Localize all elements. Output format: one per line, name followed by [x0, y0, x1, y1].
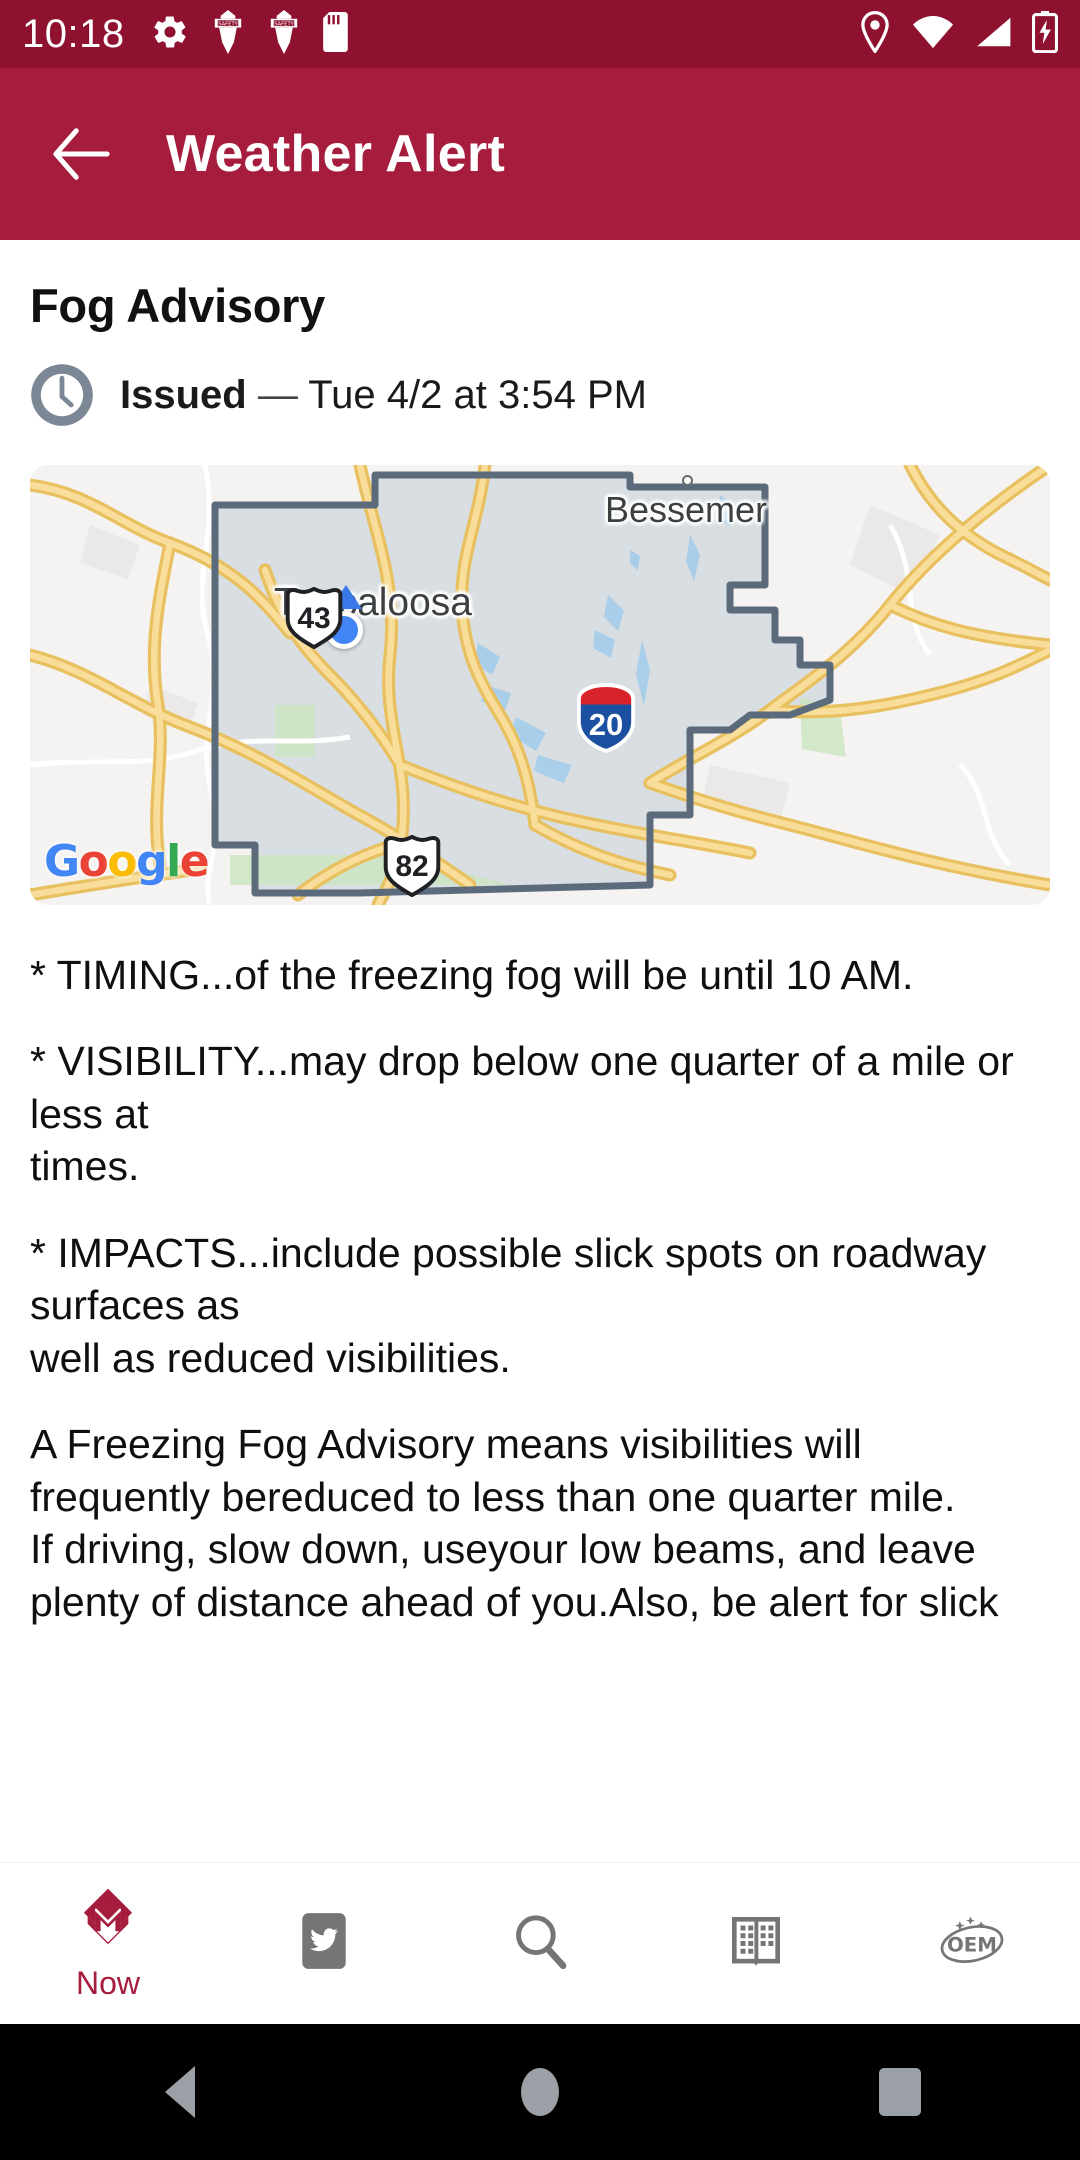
issued-label: Issued — [120, 372, 247, 417]
location-pin-icon — [858, 10, 892, 58]
back-arrow-icon — [53, 128, 110, 180]
svg-text:OEM: OEM — [947, 1933, 997, 1956]
alert-headline: Fog Advisory — [30, 279, 325, 332]
back-triangle-icon — [165, 2066, 195, 2118]
map-city-dot — [682, 475, 693, 486]
svg-text:SAFETY: SAFETY — [274, 21, 295, 27]
alert-paragraph-impacts: * IMPACTS...include possible slick spots… — [30, 1229, 987, 1381]
nav-label-now: Now — [75, 1965, 140, 2001]
sd-card-icon — [322, 11, 351, 57]
alert-paragraph-summary: A Freezing Fog Advisory means visibiliti… — [30, 1421, 999, 1625]
android-back-button[interactable] — [90, 2024, 270, 2160]
bottom-navigation-bar: Now OEM — [0, 1862, 1080, 2024]
alert-content: Fog Advisory Issued — Tue 4/2 at 3:54 PM — [0, 240, 1080, 1862]
android-navigation-bar — [0, 2024, 1080, 2160]
google-letter-l: l — [166, 836, 181, 887]
home-circle-icon — [521, 2068, 559, 2116]
google-letter-g1: G — [44, 836, 80, 887]
nav-item-now[interactable]: Now — [0, 1863, 216, 2024]
issued-row: Issued — Tue 4/2 at 3:54 PM — [26, 359, 1080, 431]
user-heading-arrow-icon — [330, 585, 362, 609]
status-bar: 10:18 SAFETY SAFETY — [0, 0, 1080, 68]
wifi-icon — [912, 15, 954, 54]
gear-icon — [151, 13, 189, 56]
app-bar: Weather Alert — [0, 68, 1080, 240]
safety-badge-icon: SAFETY — [211, 9, 245, 59]
google-attribution-logo: Google — [44, 836, 210, 887]
android-home-button[interactable] — [450, 2024, 630, 2160]
oem-icon: OEM — [937, 1904, 1007, 1978]
issued-value: Tue 4/2 at 3:54 PM — [308, 372, 647, 417]
issued-dash: — — [257, 372, 298, 417]
nav-item-oem[interactable]: OEM — [864, 1863, 1080, 2024]
issued-text: Issued — Tue 4/2 at 3:54 PM — [120, 373, 647, 418]
nav-item-twitter[interactable] — [216, 1863, 432, 2024]
svg-text:SAFETY: SAFETY — [218, 21, 239, 27]
google-letter-g2: g — [136, 836, 168, 887]
android-recents-button[interactable] — [810, 2024, 990, 2160]
google-letter-o1: o — [78, 836, 109, 887]
status-bar-system-icons — [858, 10, 1059, 58]
clock-icon — [26, 359, 98, 431]
safety-badge-icon: SAFETY — [267, 9, 301, 59]
user-location-dot — [325, 611, 363, 649]
cell-signal-icon — [974, 15, 1012, 54]
twitter-icon — [293, 1904, 355, 1978]
alert-paragraph-visibility: * VISIBILITY...may drop below one quarte… — [30, 1038, 1014, 1190]
status-bar-notification-icons: SAFETY SAFETY — [151, 9, 351, 59]
battery-charging-icon — [1031, 10, 1059, 58]
recents-square-icon — [879, 2068, 921, 2116]
alert-paragraph-timing: * TIMING...of the freezing fog will be u… — [30, 952, 914, 998]
search-icon — [507, 1904, 573, 1978]
status-bar-clock: 10:18 — [22, 12, 125, 56]
directory-icon — [725, 1904, 787, 1978]
phone-screen: 10:18 SAFETY SAFETY Weather Alert Fog Ad… — [0, 0, 1080, 2160]
now-logo-icon — [71, 1885, 145, 1959]
page-title: Weather Alert — [166, 125, 506, 183]
nav-item-directory[interactable] — [648, 1863, 864, 2024]
back-button[interactable] — [22, 94, 142, 214]
alert-body: * TIMING...of the freezing fog will be u… — [30, 949, 1050, 1628]
google-letter-o2: o — [107, 836, 137, 887]
alert-map[interactable]: Tuscaloosa Bessemer c 43 82 20 Google — [30, 465, 1050, 905]
google-letter-e: e — [179, 836, 210, 887]
nav-item-search[interactable] — [432, 1863, 648, 2024]
